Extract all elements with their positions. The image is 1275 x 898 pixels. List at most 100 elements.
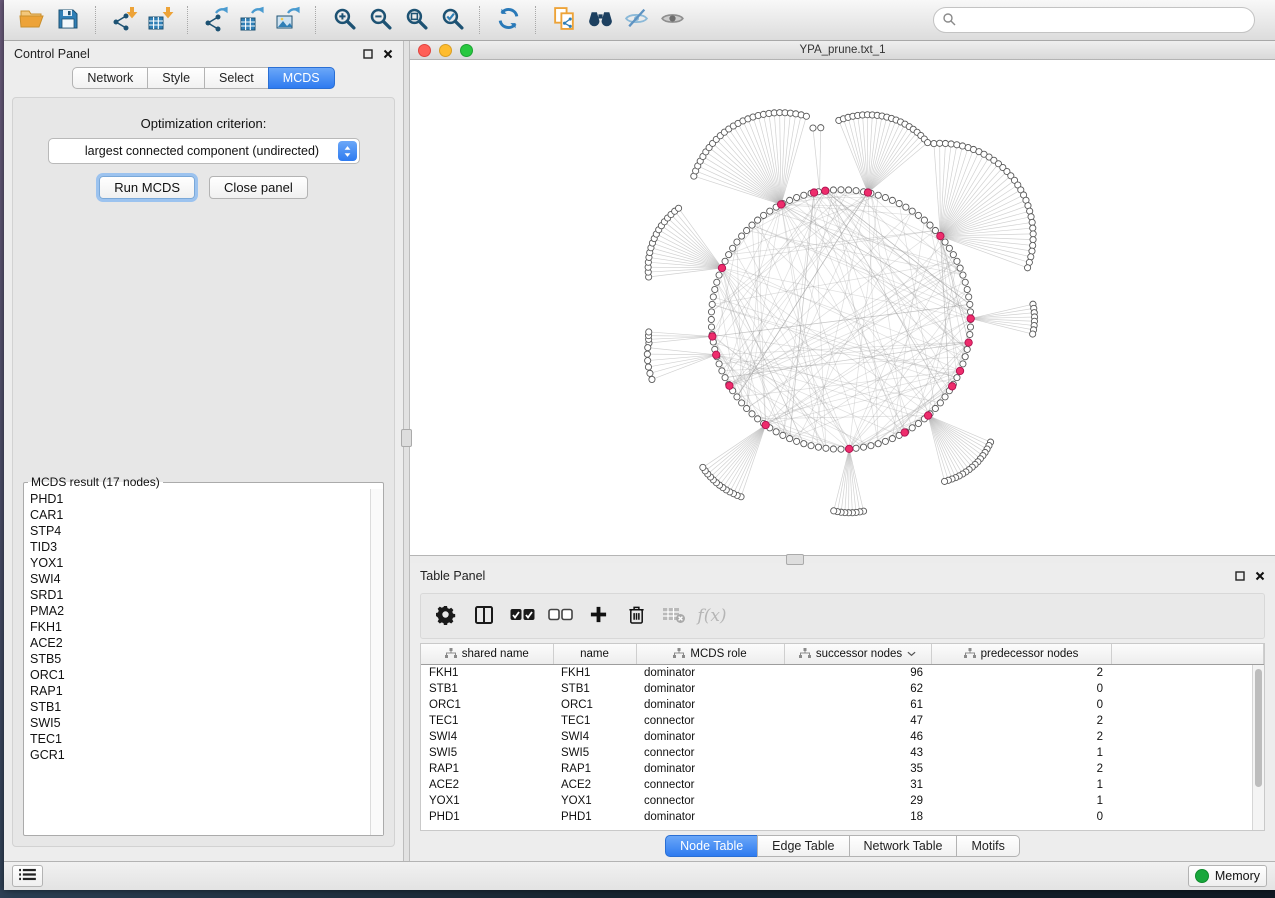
close-table-panel-icon[interactable]: [1254, 571, 1265, 582]
copy-view-button[interactable]: [548, 4, 580, 36]
memory-button[interactable]: Memory: [1188, 865, 1267, 887]
mcds-result-item[interactable]: SRD1: [30, 587, 370, 603]
table-row[interactable]: ORC1ORC1dominator610: [421, 697, 1264, 713]
table-scrollbar[interactable]: [1252, 665, 1264, 830]
delete-button[interactable]: [619, 599, 653, 633]
cell-mcds_role[interactable]: connector: [636, 777, 784, 793]
close-panel-icon[interactable]: [382, 49, 393, 60]
add-button[interactable]: [581, 599, 615, 633]
first-neighbors-button[interactable]: [584, 4, 616, 36]
column-header-shared_name[interactable]: shared name: [421, 644, 553, 665]
columns-button[interactable]: [467, 599, 501, 633]
cell-successor[interactable]: 46: [784, 729, 931, 745]
table-row[interactable]: STB1STB1dominator620: [421, 681, 1264, 697]
chevron-down-icon[interactable]: [907, 648, 916, 660]
cell-successor[interactable]: 29: [784, 793, 931, 809]
deselect-all-button[interactable]: [543, 599, 577, 633]
cell-successor[interactable]: 43: [784, 745, 931, 761]
cell-predecessor[interactable]: 1: [931, 793, 1111, 809]
tab-style[interactable]: Style: [147, 67, 205, 89]
cell-name[interactable]: PHD1: [553, 809, 636, 825]
cell-shared_name[interactable]: TEC1: [421, 713, 553, 729]
cell-shared_name[interactable]: SWI4: [421, 729, 553, 745]
vertical-splitter-handle[interactable]: [401, 429, 412, 447]
mcds-result-item[interactable]: STB1: [30, 699, 370, 715]
export-network-button[interactable]: [200, 4, 232, 36]
column-header-mcds_role[interactable]: MCDS role: [636, 644, 784, 665]
column-header-name[interactable]: name: [553, 644, 636, 665]
cell-mcds_role[interactable]: connector: [636, 713, 784, 729]
cell-shared_name[interactable]: SWI5: [421, 745, 553, 761]
cell-predecessor[interactable]: 2: [931, 729, 1111, 745]
cell-mcds_role[interactable]: dominator: [636, 697, 784, 713]
cell-successor[interactable]: 61: [784, 697, 931, 713]
mcds-result-item[interactable]: PHD1: [30, 491, 370, 507]
horizontal-splitter-handle[interactable]: [786, 554, 804, 565]
cell-predecessor[interactable]: 1: [931, 777, 1111, 793]
cell-name[interactable]: RAP1: [553, 761, 636, 777]
table-row[interactable]: SWI5SWI5connector431: [421, 745, 1264, 761]
table-row[interactable]: FKH1FKH1dominator962: [421, 665, 1264, 682]
cell-predecessor[interactable]: 0: [931, 809, 1111, 825]
cell-name[interactable]: STB1: [553, 681, 636, 697]
zoom-fit-button[interactable]: [400, 4, 432, 36]
cell-name[interactable]: FKH1: [553, 665, 636, 682]
cell-mcds_role[interactable]: connector: [636, 793, 784, 809]
export-table-button[interactable]: [236, 4, 268, 36]
mcds-result-item[interactable]: STB5: [30, 651, 370, 667]
zoom-in-button[interactable]: [328, 4, 360, 36]
column-header-successor[interactable]: successor nodes: [784, 644, 931, 665]
task-history-button[interactable]: [12, 865, 43, 887]
mcds-result-item[interactable]: RAP1: [30, 683, 370, 699]
zoom-out-button[interactable]: [364, 4, 396, 36]
show-all-button[interactable]: [656, 4, 688, 36]
tab-network[interactable]: Network: [72, 67, 148, 89]
cell-successor[interactable]: 47: [784, 713, 931, 729]
cell-mcds_role[interactable]: dominator: [636, 809, 784, 825]
cell-name[interactable]: TEC1: [553, 713, 636, 729]
cell-predecessor[interactable]: 2: [931, 665, 1111, 682]
horizontal-splitter[interactable]: [410, 556, 1275, 563]
settings-button[interactable]: [429, 599, 463, 633]
cell-successor[interactable]: 62: [784, 681, 931, 697]
cell-name[interactable]: SWI5: [553, 745, 636, 761]
cell-mcds_role[interactable]: connector: [636, 745, 784, 761]
mcds-result-item[interactable]: ACE2: [30, 635, 370, 651]
cell-successor[interactable]: 96: [784, 665, 931, 682]
mcds-result-item[interactable]: TEC1: [30, 731, 370, 747]
zoom-selected-button[interactable]: [436, 4, 468, 36]
select-all-button[interactable]: [505, 599, 539, 633]
cell-shared_name[interactable]: YOX1: [421, 793, 553, 809]
mcds-result-item[interactable]: ORC1: [30, 667, 370, 683]
mcds-result-item[interactable]: GCR1: [30, 747, 370, 763]
tab-node-table[interactable]: Node Table: [665, 835, 758, 857]
cell-shared_name[interactable]: ORC1: [421, 697, 553, 713]
mcds-result-item[interactable]: PMA2: [30, 603, 370, 619]
float-panel-icon[interactable]: [362, 49, 373, 60]
cell-shared_name[interactable]: PHD1: [421, 809, 553, 825]
tab-mcds[interactable]: MCDS: [268, 67, 335, 89]
mcds-result-item[interactable]: FKH1: [30, 619, 370, 635]
tab-edge-table[interactable]: Edge Table: [757, 835, 849, 857]
network-canvas[interactable]: [410, 60, 1275, 555]
cell-shared_name[interactable]: RAP1: [421, 761, 553, 777]
cell-name[interactable]: SWI4: [553, 729, 636, 745]
table-row[interactable]: RAP1RAP1dominator352: [421, 761, 1264, 777]
column-header-predecessor[interactable]: predecessor nodes: [931, 644, 1111, 665]
refresh-view-button[interactable]: [492, 4, 524, 36]
cell-predecessor[interactable]: 0: [931, 681, 1111, 697]
tab-motifs[interactable]: Motifs: [956, 835, 1019, 857]
vertical-splitter[interactable]: [403, 41, 410, 861]
cell-shared_name[interactable]: ACE2: [421, 777, 553, 793]
cell-successor[interactable]: 35: [784, 761, 931, 777]
cell-name[interactable]: ACE2: [553, 777, 636, 793]
export-image-button[interactable]: [272, 4, 304, 36]
cell-mcds_role[interactable]: dominator: [636, 665, 784, 682]
table-row[interactable]: PHD1PHD1dominator180: [421, 809, 1264, 825]
tab-select[interactable]: Select: [204, 67, 269, 89]
mcds-result-item[interactable]: TID3: [30, 539, 370, 555]
import-network-button[interactable]: [108, 4, 140, 36]
open-session-button[interactable]: [16, 4, 48, 36]
mcds-result-item[interactable]: STP4: [30, 523, 370, 539]
mcds-result-item[interactable]: SWI5: [30, 715, 370, 731]
